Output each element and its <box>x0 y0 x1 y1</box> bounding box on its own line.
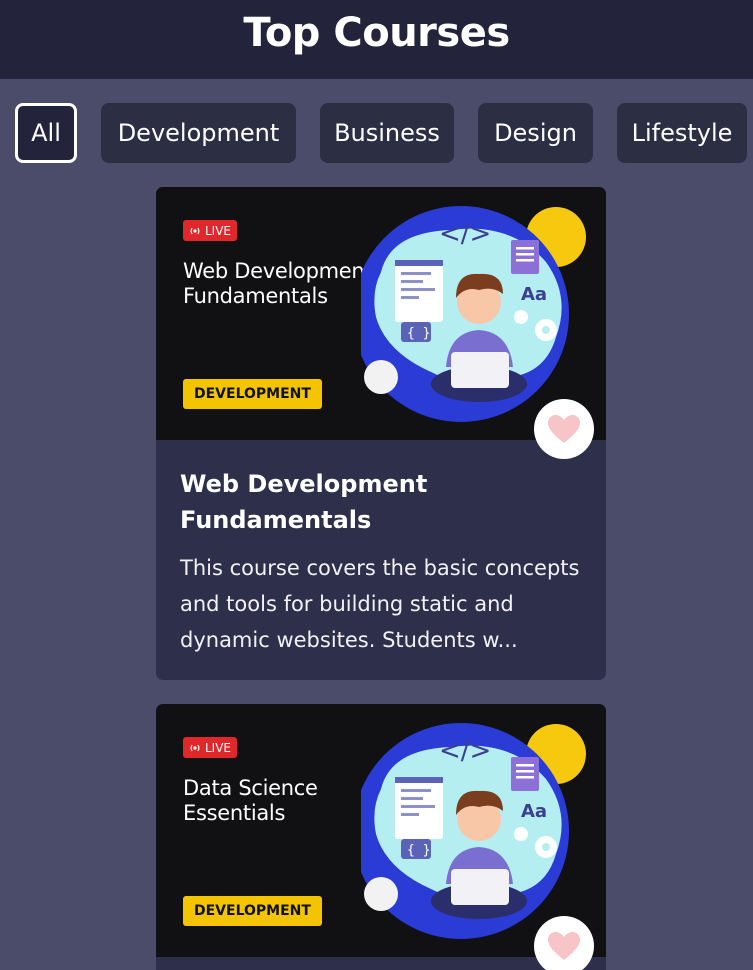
course-info: Web Development Fundamentals This course… <box>156 440 606 680</box>
live-badge: LIVE <box>183 220 238 241</box>
filter-all[interactable]: All <box>15 103 77 163</box>
live-label: LIVE <box>205 223 232 238</box>
banner-title: Web Development Fundamentals <box>183 259 373 308</box>
course-banner: LIVE Web Development Fundamentals DEVELO… <box>156 187 606 440</box>
heart-icon <box>548 415 580 443</box>
filter-design[interactable]: Design <box>478 103 593 163</box>
live-broadcast-icon <box>190 227 200 234</box>
banner-title: Data Science Essentials <box>183 776 318 825</box>
svg-text:Aa: Aa <box>521 284 547 305</box>
live-broadcast-icon <box>190 744 200 751</box>
filter-lifestyle[interactable]: Lifestyle <box>617 103 747 163</box>
document-icon <box>511 240 539 274</box>
category-tag: DEVELOPMENT <box>183 896 322 926</box>
svg-text:{ }: { } <box>407 843 430 858</box>
svg-text:Aa: Aa <box>521 801 547 822</box>
app-header: Top Courses <box>0 0 753 79</box>
live-label: LIVE <box>205 740 232 755</box>
favorite-button[interactable] <box>534 916 594 970</box>
page-title: Top Courses <box>243 9 510 56</box>
code-icon: </> <box>439 219 491 249</box>
svg-text:{ }: { } <box>407 326 430 341</box>
filter-development[interactable]: Development <box>101 103 296 163</box>
favorite-button[interactable] <box>534 399 594 459</box>
code-icon: </> <box>439 736 491 766</box>
live-badge: LIVE <box>183 737 238 758</box>
course-description: This course covers the basic concepts an… <box>180 556 580 652</box>
filter-business[interactable]: Business <box>320 103 454 163</box>
course-title[interactable]: Web Development Fundamentals <box>180 466 582 538</box>
heart-icon <box>548 932 580 960</box>
category-tag: DEVELOPMENT <box>183 379 322 409</box>
document-icon <box>511 757 539 791</box>
course-banner: LIVE Data Science Essentials DEVELOPMENT… <box>156 704 606 957</box>
